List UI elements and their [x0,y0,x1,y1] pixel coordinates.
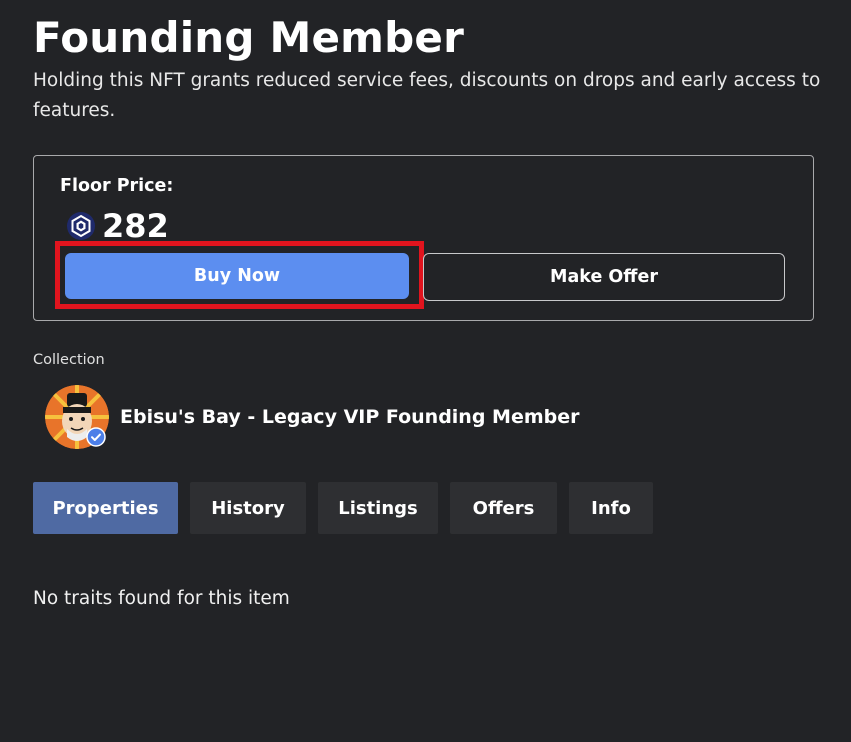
collection-avatar-wrapper [45,385,109,449]
tab-offers[interactable]: Offers [450,482,557,534]
verified-check-icon [86,427,106,447]
collection-link[interactable]: Ebisu's Bay - Legacy VIP Founding Member [45,385,580,449]
cronos-icon [66,211,96,241]
nft-detail-panel: Founding Member Holding this NFT grants … [0,0,851,742]
item-description: Holding this NFT grants reduced service … [33,70,821,121]
page-title: Founding Member [33,13,464,62]
item-tabs: Properties History Listings Offers Info [33,482,665,534]
make-offer-button[interactable]: Make Offer [423,253,785,301]
collection-name[interactable]: Ebisu's Bay - Legacy VIP Founding Member [120,406,580,428]
tab-listings[interactable]: Listings [318,482,438,534]
price-row: 282 [66,206,169,246]
tab-properties[interactable]: Properties [33,482,178,534]
price-card: Floor Price: 282 Buy Now Make Offer [33,155,814,321]
buy-now-button[interactable]: Buy Now [65,253,409,299]
collection-label: Collection [33,352,105,368]
floor-price-value: 282 [102,207,169,245]
tab-info[interactable]: Info [569,482,653,534]
tab-history[interactable]: History [190,482,306,534]
no-traits-message: No traits found for this item [33,588,290,609]
floor-price-label: Floor Price: [60,176,174,196]
